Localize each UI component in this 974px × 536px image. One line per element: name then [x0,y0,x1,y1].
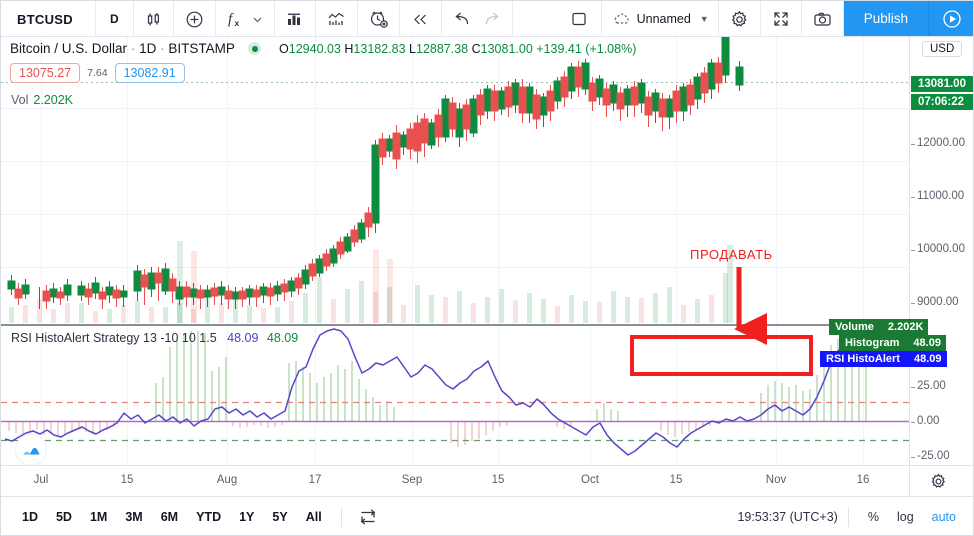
histogram-badge-value: 48.09 [913,337,941,349]
volume-badge-name: Volume [835,321,874,333]
volume-value: 2.202K [33,93,74,107]
ask-price-pill[interactable]: 13082.91 [114,63,185,83]
axis-separator [909,466,910,497]
publish-button[interactable]: Publish [843,1,929,36]
svg-text:f: f [228,12,234,28]
snapshot-camera-icon[interactable] [802,1,844,37]
publish-label: Publish [863,11,908,26]
fullscreen-icon[interactable] [761,1,802,37]
main-price-pane[interactable]: Bitcoin / U.S. Dollar · 1D · BITSTAMP O1… [1,37,909,323]
chevron-down-icon[interactable] [248,1,275,37]
tradingview-chart-app: BTCUSD D f x Unnamed ▼ Publish Bitcoin /… [0,0,974,536]
template-name-label: Unnamed [636,12,691,26]
price-axis[interactable]: USD 13081.00 07:06:22 12000.00 11000.00 … [909,37,973,465]
divider [340,506,342,527]
auto-scale-button[interactable]: auto [923,510,965,524]
volume-value-badge: Volume 2.202K [829,319,929,335]
rsi-tick: -25.00 [911,450,950,462]
time-tick: 17 [308,474,322,486]
rsi-tick: 25.00 [911,380,946,392]
settings-gear-icon[interactable] [719,1,761,37]
price-tick: 12000.00 [911,137,965,149]
rsi-indicator-pane[interactable]: RSI HistoAlert Strategy 13 -10 10 1.5 48… [1,327,909,465]
price-tick: 10000.00 [911,243,965,255]
rsi-plot [1,327,909,465]
volume-bars [9,241,742,323]
candles-style-icon[interactable] [134,1,174,37]
top-toolbar: BTCUSD D f x Unnamed ▼ Publish [1,1,973,37]
replay-icon[interactable] [400,1,442,37]
time-tick: Aug [216,474,238,486]
pane-divider[interactable] [1,324,909,326]
calendar-sync-icon[interactable] [352,508,384,526]
range-button-1d[interactable]: 1D [13,510,47,524]
indicators-fx-icon[interactable]: f x [216,1,248,37]
rsi-value-2: 48.09 [266,331,299,345]
rsi-legend-title: RSI HistoAlert Strategy 13 -10 10 1.5 [11,331,217,345]
spread-label: 7.64 [87,67,108,79]
histogram-value-badge: Histogram 48.09 [839,335,946,351]
histogram-badge-name: Histogram [845,337,900,349]
range-button-6m[interactable]: 6M [152,510,187,524]
symbol-search-button[interactable]: BTCUSD [1,1,96,37]
rsi-tick: 0.00 [910,415,940,427]
layout-select-button[interactable] [557,1,602,37]
price-tick: 9000.00 [911,296,959,308]
range-button-5d[interactable]: 5D [47,510,81,524]
currency-unit-label[interactable]: USD [922,41,963,57]
time-tick: 16 [856,474,870,486]
time-tick: Jul [33,474,49,486]
bid-price-pill[interactable]: 13075.27 [10,63,81,83]
range-button-1m[interactable]: 1M [81,510,116,524]
rsi-badge-name: RSI HistoAlert [826,353,900,365]
add-indicator-icon[interactable] [174,1,216,37]
interval-button[interactable]: D [96,1,134,37]
divider [847,506,849,527]
play-button[interactable] [929,1,973,36]
alert-clock-icon[interactable] [358,1,400,37]
bottom-toolbar: 1D 5D 1M 3M 6M YTD 1Y 5Y All 19:53:37 (U… [1,496,973,535]
chart-settings-gear-icon[interactable] [930,473,947,490]
time-tick: Sep [401,474,423,486]
range-button-3m[interactable]: 3M [116,510,151,524]
template-menu-button[interactable]: Unnamed ▼ [602,1,719,37]
rsi-badge-value: 48.09 [913,353,942,365]
current-price-badge: 13081.00 [911,76,973,92]
redo-icon[interactable] [477,1,513,37]
time-tick: Nov [765,474,787,486]
price-pills: 13075.27 7.64 13082.91 [10,63,185,83]
range-button-1y[interactable]: 1Y [230,510,263,524]
price-tick: 11000.00 [910,190,965,202]
sell-annotation-label: ПРОДАВАТЬ [690,247,773,262]
compare-icon[interactable] [316,1,358,37]
range-button-5y[interactable]: 5Y [263,510,296,524]
time-axis[interactable]: Jul 15 Aug 17 Sep 15 Oct 15 Nov 16 [1,465,973,497]
interval-label: D [109,12,119,26]
volume-legend[interactable]: Vol 2.202K [11,93,73,107]
chart-area[interactable]: Bitcoin / U.S. Dollar · 1D · BITSTAMP O1… [1,37,973,497]
rsi-value-badge: RSI HistoAlert 48.09 [820,351,947,367]
time-tick: 15 [491,474,505,486]
volume-badge-value: 2.202K [887,321,924,333]
bar-chart-icon[interactable] [275,1,316,37]
range-button-ytd[interactable]: YTD [187,510,230,524]
rsi-value-1: 48.09 [227,331,259,345]
session-clock[interactable]: 19:53:37 (UTC+3) [737,510,837,524]
percent-scale-button[interactable]: % [859,510,888,524]
time-tick: Oct [581,474,599,486]
symbol-label: BTCUSD [17,11,73,27]
histogram-bars [8,331,867,447]
volume-label: Vol [11,93,29,107]
rsi-legend[interactable]: RSI HistoAlert Strategy 13 -10 10 1.5 48… [11,331,298,345]
undo-icon[interactable] [442,1,477,37]
log-scale-button[interactable]: log [888,510,923,524]
time-tick: 15 [120,474,134,486]
tradingview-watermark-logo [15,434,47,465]
svg-text:x: x [234,18,239,28]
bar-countdown-badge: 07:06:22 [911,94,973,110]
chevron-down-icon: ▼ [699,14,709,24]
time-tick: 15 [669,474,683,486]
range-button-all[interactable]: All [297,510,331,524]
